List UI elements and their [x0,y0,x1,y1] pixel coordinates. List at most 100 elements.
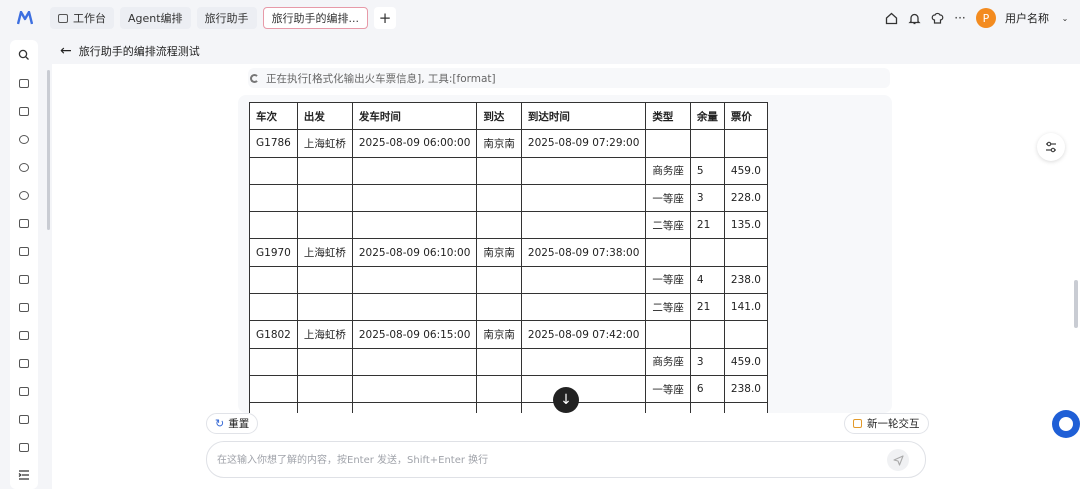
tab-label: 旅行助手 [204,12,249,25]
table-row: G1970 上海虹桥 2025-08-09 06:10:00 南京南 2025-08-0… [249,238,768,267]
table-cell: 228.0 [723,183,768,213]
table-cell [296,211,353,240]
add-tab-button[interactable]: + [374,7,397,29]
table-cell [476,402,522,413]
table-cell [296,402,353,413]
reset-label: 重置 [228,418,250,430]
sidebar-item-image-icon[interactable] [17,440,31,454]
chevron-down-icon[interactable]: ⌄ [1058,11,1072,25]
table-cell: G1786 [249,129,298,158]
sidebar-item-photo-icon[interactable] [17,328,31,342]
table-cell: 238.0 [723,265,768,295]
table-cell [645,238,691,267]
table-cell: 上海虹桥 [296,238,353,267]
page-title: 旅行助手的编排流程测试 [78,45,200,58]
chef-hat-icon[interactable] [930,11,944,25]
col-header-seat-type: 类型 [645,101,691,131]
chat-input[interactable] [217,451,857,469]
page-scrollbar[interactable] [1074,280,1078,328]
table-cell [351,211,478,240]
new-round-button[interactable]: 新一轮交互 [844,413,929,434]
tab-workbench[interactable]: 工作台 [50,7,114,29]
sidebar-item-chart-icon[interactable] [17,216,31,230]
table-row: 商务座 3 459.0 [249,347,768,376]
table-cell [645,320,691,349]
app-logo[interactable] [0,0,50,36]
table-row [249,402,768,413]
col-header-train: 车次 [249,101,298,131]
sidebar-item-network-icon[interactable] [17,132,31,146]
send-button[interactable] [887,449,909,471]
table-cell: 6 [689,374,725,404]
table-row: 二等座 21 135.0 [249,211,768,240]
table-cell [296,347,353,376]
table-cell [351,347,478,376]
sidebar-item-fan-icon[interactable] [17,188,31,202]
table-cell [476,293,522,322]
table-cell [520,347,647,376]
table-cell [351,156,478,185]
float-tool-button[interactable] [1037,133,1065,161]
table-cell [296,374,353,404]
table-cell: 2025-08-09 07:29:00 [520,129,647,158]
user-name[interactable]: 用户名称 [1005,10,1049,26]
avatar[interactable]: P [976,8,996,28]
tab-travel-assistant[interactable]: 旅行助手 [196,7,257,29]
refresh-icon: ↻ [215,417,225,430]
plus-icon: + [378,9,392,27]
table-cell [520,156,647,185]
table-cell [249,265,298,295]
table-cell: 2025-08-09 06:15:00 [351,320,478,349]
back-arrow-icon[interactable]: ← [60,43,72,59]
table-cell: 5 [689,156,725,185]
breadcrumb: ← 旅行助手的编排流程测试 [60,41,200,61]
execution-status: 正在执行[格式化输出火车票信息], 工具:[format] [248,68,890,88]
table-cell [723,129,768,158]
table-cell [476,211,522,240]
table-cell [689,320,725,349]
table-row: 一等座 3 228.0 [249,183,768,213]
tab-label: 工作台 [73,12,106,25]
table-cell [249,293,298,322]
tab-travel-flow-test[interactable]: 旅行助手的编排... [262,7,369,29]
train-ticket-table: 车次 出发 发车时间 到达 到达时间 类型 余量 票价 G1786 上海虹桥 202… [249,101,768,413]
search-icon[interactable] [17,48,31,62]
sidebar-item-folder-icon[interactable] [17,244,31,258]
table-cell [249,374,298,404]
table-cell: 238.0 [723,374,768,404]
sidebar [10,40,38,489]
table-cell [520,402,647,413]
table-cell: 一等座 [645,183,691,213]
table-cell: G1802 [249,320,298,349]
assistant-icon [1059,417,1073,431]
sidebar-item-keyboard-icon[interactable] [17,272,31,286]
table-cell: 3 [689,347,725,376]
sidebar-item-list-icon[interactable] [17,412,31,426]
table-cell [296,265,353,295]
chat-input-box [206,441,926,478]
bell-icon[interactable] [907,11,921,25]
table-cell: 459.0 [723,347,768,376]
sidebar-item-message-icon[interactable] [17,384,31,398]
sidebar-item-grid-icon[interactable] [17,104,31,118]
table-cell: 上海虹桥 [296,129,353,158]
sidebar-scrollbar[interactable] [47,70,50,230]
sidebar-item-monitor-icon[interactable] [17,76,31,90]
assistant-float-button[interactable] [1052,410,1080,438]
collapse-menu-icon[interactable] [17,468,31,482]
table-row: G1786 上海虹桥 2025-08-09 06:00:00 南京南 2025-08-0… [249,129,768,158]
sidebar-item-card-icon[interactable] [17,356,31,370]
table-header-row: 车次 出发 发车时间 到达 到达时间 类型 余量 票价 [249,101,768,131]
sidebar-item-stack-icon[interactable] [17,300,31,314]
more-icon[interactable]: ··· [953,11,967,25]
table-row: 二等座 21 141.0 [249,293,768,322]
home-icon[interactable] [884,11,898,25]
col-header-remaining: 余量 [689,101,725,131]
table-cell [476,374,522,404]
sidebar-item-shape-icon[interactable] [17,160,31,174]
reset-button[interactable]: ↻ 重置 [206,413,259,434]
tab-agent-orchestration[interactable]: Agent编排 [120,7,191,29]
scroll-to-bottom-button[interactable]: ↓ [553,387,579,413]
arrow-down-icon: ↓ [560,392,572,408]
table-row: G1802 上海虹桥 2025-08-09 06:15:00 南京南 2025-08-0… [249,320,768,349]
